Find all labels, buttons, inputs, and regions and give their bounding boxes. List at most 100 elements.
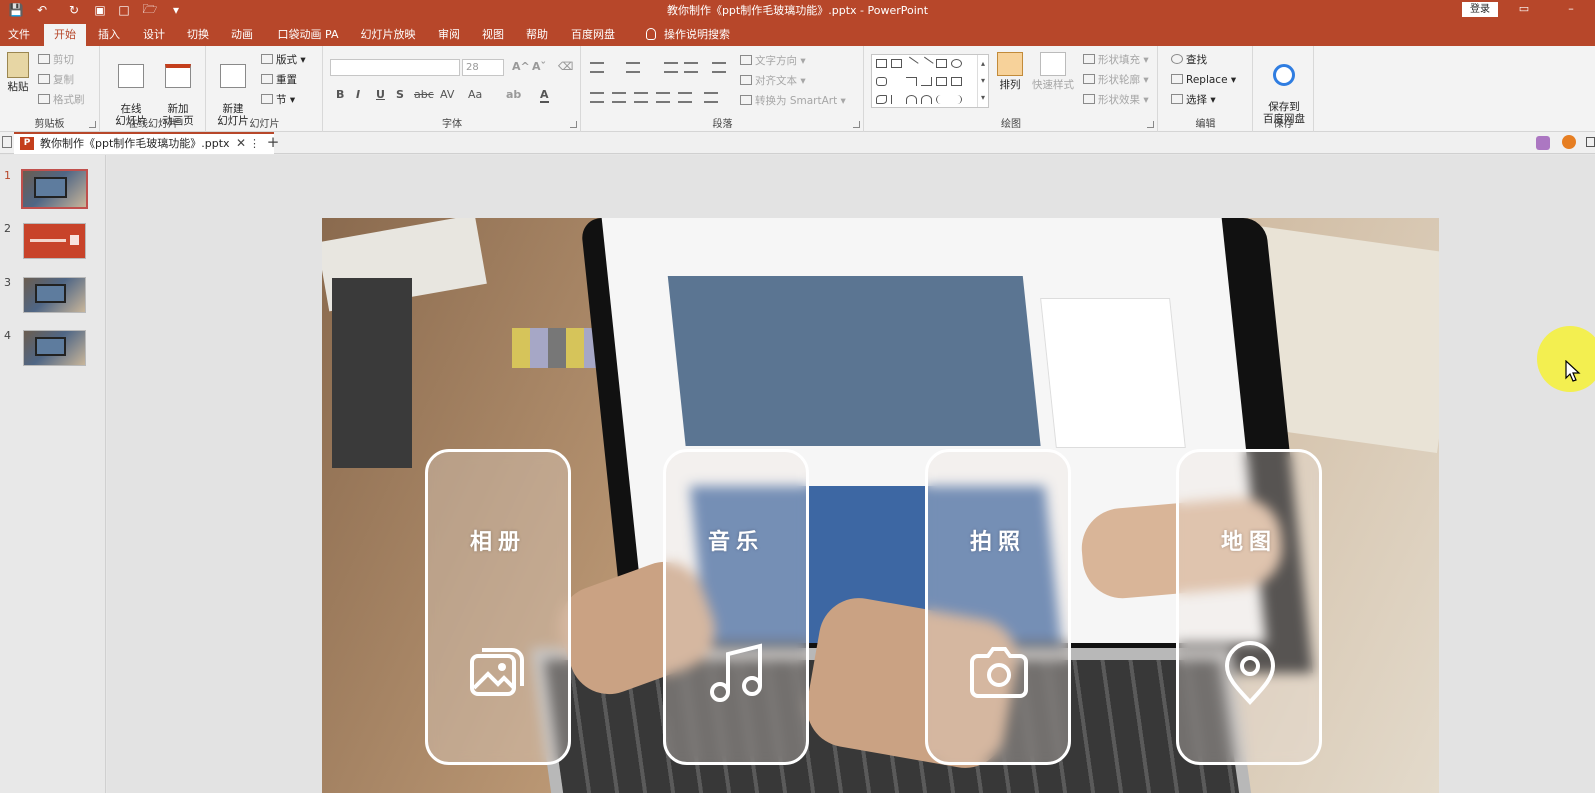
columns-icon[interactable] [704, 92, 718, 103]
elbow-shape-icon[interactable] [921, 77, 932, 86]
close-tab-icon[interactable]: ✕ [236, 134, 246, 153]
tell-me-search[interactable]: 操作说明搜索 [638, 24, 738, 46]
vtextbox-shape-icon[interactable] [891, 59, 902, 68]
format-painter-button[interactable]: 格式刷 [38, 91, 85, 109]
tab-help[interactable]: 帮助 [522, 24, 552, 46]
shapes-gallery[interactable]: ▴ ▾ ▾ [871, 54, 989, 108]
justify-icon[interactable] [656, 92, 670, 103]
glass-card-camera[interactable]: 拍照 [925, 449, 1071, 765]
cut-button[interactable]: 剪切 [38, 51, 74, 69]
curve-shape-icon[interactable] [921, 95, 932, 104]
tab-design[interactable]: 设计 [139, 24, 169, 46]
tab-review[interactable]: 审阅 [434, 24, 464, 46]
settings-gear-icon[interactable] [1562, 135, 1576, 149]
paste-button[interactable]: 粘贴 [4, 52, 32, 93]
font-color-button[interactable]: A [540, 88, 549, 103]
bold-button[interactable]: B [336, 88, 344, 101]
tab-view[interactable]: 视图 [478, 24, 508, 46]
replace-button[interactable]: Replace ▾ [1171, 71, 1236, 89]
brace-left-shape-icon[interactable] [936, 95, 947, 104]
line-spacing-icon[interactable] [712, 62, 726, 73]
bullets-icon[interactable] [590, 62, 604, 73]
tab-insert[interactable]: 插入 [94, 24, 124, 46]
rect-shape-icon[interactable] [936, 59, 947, 68]
thumbnail-slide-3[interactable] [23, 277, 86, 313]
italic-button[interactable]: I [356, 88, 360, 101]
quick-styles-button[interactable]: 快速样式 [1029, 52, 1077, 91]
oval-shape-icon[interactable] [951, 59, 962, 68]
document-tab[interactable]: P 教你制作《ppt制作毛玻璃功能》.pptx ✕ ⋮ [14, 132, 274, 154]
thumbnail-slide-4[interactable] [23, 330, 86, 366]
text-shadow-button[interactable]: S [396, 88, 404, 101]
ribbon-display-icon[interactable]: ▭ [1509, 0, 1539, 20]
arrange-button[interactable]: 排列 [995, 52, 1025, 91]
restore-pane-icon[interactable] [1586, 137, 1595, 147]
glass-card-music[interactable]: 音乐 [663, 449, 809, 765]
down-arrow-shape-icon[interactable] [951, 77, 962, 86]
change-case-button[interactable]: Aa [468, 88, 482, 101]
login-button[interactable]: 登录 [1462, 2, 1498, 17]
find-button[interactable]: 查找 [1171, 51, 1207, 69]
align-center-icon[interactable] [612, 92, 626, 103]
tab-home[interactable]: 开始 [44, 24, 86, 46]
glass-card-map[interactable]: 地图 [1176, 449, 1322, 765]
copy-button[interactable]: 复制 [38, 71, 74, 89]
align-right-icon[interactable] [634, 92, 648, 103]
strikethrough-button[interactable]: abc [414, 88, 434, 101]
font-launcher-icon[interactable] [570, 121, 577, 128]
distribute-icon[interactable] [678, 92, 692, 103]
convert-smartart-button[interactable]: 转换为 SmartArt ▾ [740, 92, 846, 110]
lightning-shape-icon[interactable] [891, 95, 902, 104]
shape-outline-button[interactable]: 形状轮廓 ▾ [1083, 71, 1149, 89]
tab-slideshow[interactable]: 幻灯片放映 [358, 24, 418, 46]
font-size-combo[interactable]: 28 [462, 59, 504, 76]
arrow-shape-icon[interactable] [919, 56, 934, 71]
font-name-combo[interactable] [330, 59, 460, 76]
minimize-icon[interactable]: – [1556, 0, 1586, 20]
grow-font-icon[interactable]: A^ [512, 60, 530, 73]
layout-button[interactable]: 版式 ▾ [261, 51, 306, 69]
tab-overview-icon[interactable] [2, 136, 12, 148]
tab-more-icon[interactable]: ⋮ [249, 134, 260, 153]
tab-transitions[interactable]: 切换 [183, 24, 213, 46]
char-spacing-button[interactable]: AV [440, 88, 454, 101]
thumbnail-slide-1[interactable] [21, 169, 88, 209]
new-tab-icon[interactable]: + [262, 132, 284, 154]
tab-file[interactable]: 文件 [4, 24, 34, 46]
tab-baidu-netdisk[interactable]: 百度网盘 [568, 24, 618, 46]
underline-button[interactable]: U [376, 88, 385, 101]
glass-card-album[interactable]: 相册 [425, 449, 571, 765]
clear-format-icon[interactable]: ⌫ [558, 60, 574, 73]
connector-shape-icon[interactable] [906, 77, 917, 86]
shrink-font-icon[interactable]: Aˇ [532, 60, 546, 73]
select-button[interactable]: 选择 ▾ [1171, 91, 1216, 109]
tab-animations[interactable]: 动画 [227, 24, 257, 46]
freeform-shape-icon[interactable] [876, 95, 887, 104]
decrease-indent-icon[interactable] [664, 62, 678, 73]
align-left-icon[interactable] [590, 92, 604, 103]
right-arrow-shape-icon[interactable] [936, 77, 947, 86]
highlight-button[interactable]: ab [506, 88, 521, 101]
drawing-launcher-icon[interactable] [1147, 121, 1154, 128]
current-slide[interactable]: 相册 音乐 拍照 地图 [322, 218, 1439, 793]
rounded-rect-shape-icon[interactable] [876, 77, 887, 86]
tab-pocket-animation[interactable]: 口袋动画 PA [276, 24, 340, 46]
reset-button[interactable]: 重置 [261, 71, 297, 89]
triangle-shape-icon[interactable] [891, 77, 902, 86]
textbox-shape-icon[interactable] [876, 59, 887, 68]
brace-right-shape-icon[interactable] [951, 95, 962, 104]
addin-icon[interactable] [1536, 136, 1550, 150]
numbering-icon[interactable] [626, 62, 640, 73]
clipboard-launcher-icon[interactable] [89, 121, 96, 128]
shape-effects-button[interactable]: 形状效果 ▾ [1083, 91, 1149, 109]
align-text-button[interactable]: 对齐文本 ▾ [740, 72, 806, 90]
thumbnail-slide-2[interactable] [23, 223, 86, 259]
text-direction-button[interactable]: 文字方向 ▾ [740, 52, 806, 70]
paragraph-launcher-icon[interactable] [853, 121, 860, 128]
shapes-scroll-icon[interactable]: ▴ ▾ ▾ [977, 55, 988, 107]
section-button[interactable]: 节 ▾ [261, 91, 295, 109]
line-shape-icon[interactable] [904, 56, 919, 71]
increase-indent-icon[interactable] [684, 62, 698, 73]
arc-shape-icon[interactable] [906, 95, 917, 104]
shape-fill-button[interactable]: 形状填充 ▾ [1083, 51, 1149, 69]
